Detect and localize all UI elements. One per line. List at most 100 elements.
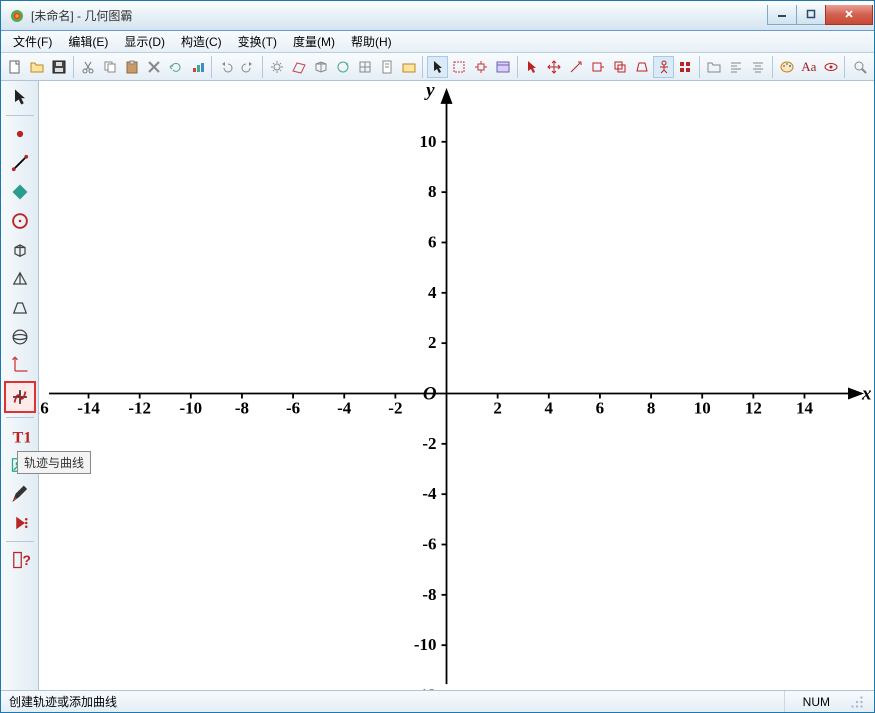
circle-tool-icon[interactable]: [6, 207, 34, 235]
svg-text:10: 10: [694, 398, 711, 417]
vector-icon[interactable]: [565, 56, 586, 78]
document-icon[interactable]: [376, 56, 397, 78]
chart-icon[interactable]: [187, 56, 208, 78]
cube-tool-icon[interactable]: [6, 236, 34, 264]
rotate-icon[interactable]: [165, 56, 186, 78]
svg-text:-4: -4: [422, 484, 437, 503]
svg-text:2: 2: [493, 398, 501, 417]
wireframe-icon[interactable]: [311, 56, 332, 78]
svg-text:10: 10: [420, 132, 437, 151]
menu-transform[interactable]: 变换(T): [230, 31, 285, 52]
grid4-icon[interactable]: [675, 56, 696, 78]
svg-text:14: 14: [796, 398, 813, 417]
align-center-icon[interactable]: [748, 56, 769, 78]
cube-grid-icon[interactable]: [354, 56, 375, 78]
pen-tool-icon[interactable]: [6, 480, 34, 508]
copy-icon[interactable]: [100, 56, 121, 78]
app-icon: [9, 8, 25, 24]
resize-grip-icon[interactable]: [848, 693, 866, 711]
line-tool-icon[interactable]: [6, 149, 34, 177]
tooltip: 轨迹与曲线: [17, 451, 91, 474]
pointer-icon[interactable]: [427, 56, 448, 78]
status-num: NUM: [784, 691, 848, 712]
svg-text:2: 2: [428, 333, 436, 352]
eye-icon[interactable]: [820, 56, 841, 78]
select-tool-icon[interactable]: [6, 83, 34, 111]
canvas[interactable]: xyO-16-14-12-10-8-6-4-22468101214108642-…: [39, 81, 874, 690]
titlebar[interactable]: [未命名] - 几何图霸: [1, 1, 874, 31]
arrow-tool-icon[interactable]: [522, 56, 543, 78]
point-tool-icon[interactable]: [6, 120, 34, 148]
menubar: 文件(F) 编辑(E) 显示(D) 构造(C) 变换(T) 度量(M) 帮助(H…: [1, 31, 874, 53]
svg-text:-10: -10: [414, 635, 437, 654]
svg-text:-8: -8: [422, 585, 436, 604]
undo-icon[interactable]: [216, 56, 237, 78]
target-red-icon[interactable]: [471, 56, 492, 78]
menu-measure[interactable]: 度量(M): [285, 31, 343, 52]
menu-file[interactable]: 文件(F): [5, 31, 60, 52]
window-title: [未命名] - 几何图霸: [31, 7, 768, 24]
pyramid-tool-icon[interactable]: [6, 265, 34, 293]
maximize-button[interactable]: [796, 5, 826, 25]
svg-text:12: 12: [745, 398, 762, 417]
new-file-icon[interactable]: [5, 56, 26, 78]
polygon-tool-icon[interactable]: [6, 178, 34, 206]
svg-text:-10: -10: [180, 398, 203, 417]
cut-icon[interactable]: [78, 56, 99, 78]
close-button[interactable]: [825, 5, 873, 25]
align-left-icon[interactable]: [726, 56, 747, 78]
svg-text:-8: -8: [235, 398, 249, 417]
person-icon[interactable]: [653, 56, 674, 78]
paste-icon[interactable]: [121, 56, 142, 78]
horizontal-toolbar: Aa: [1, 53, 874, 81]
play-tool-icon[interactable]: [6, 509, 34, 537]
menu-edit[interactable]: 编辑(E): [60, 31, 116, 52]
frustum-tool-icon[interactable]: [6, 294, 34, 322]
locus-curve-tool-icon[interactable]: [4, 381, 36, 413]
delete-icon[interactable]: [143, 56, 164, 78]
svg-text:x: x: [861, 383, 872, 404]
axes-tool-icon[interactable]: [6, 352, 34, 380]
vertical-toolbar: T1 ? 轨迹与曲线: [1, 81, 39, 690]
menu-view[interactable]: 显示(D): [116, 31, 173, 52]
perspective-icon[interactable]: [289, 56, 310, 78]
svg-text:-12: -12: [414, 686, 437, 690]
window-icon[interactable]: [493, 56, 514, 78]
svg-text:?: ?: [22, 553, 30, 568]
palette-icon[interactable]: [776, 56, 797, 78]
svg-text:y: y: [424, 81, 435, 101]
svg-text:-2: -2: [422, 434, 436, 453]
zoom-icon[interactable]: [849, 56, 870, 78]
menu-construct[interactable]: 构造(C): [173, 31, 230, 52]
menu-help[interactable]: 帮助(H): [343, 31, 400, 52]
app-window: [未命名] - 几何图霸 文件(F) 编辑(E) 显示(D) 构造(C) 变换(…: [0, 0, 875, 713]
text-style-icon[interactable]: Aa: [798, 56, 819, 78]
text-tool-icon[interactable]: T1: [6, 422, 34, 450]
svg-text:8: 8: [428, 182, 436, 201]
redo-icon[interactable]: [238, 56, 259, 78]
save-icon[interactable]: [49, 56, 70, 78]
gear-icon[interactable]: [267, 56, 288, 78]
open-file-icon[interactable]: [27, 56, 48, 78]
crop-red-icon[interactable]: [449, 56, 470, 78]
folder-tab-icon[interactable]: [704, 56, 725, 78]
folder-box-icon[interactable]: [398, 56, 419, 78]
status-text: 创建轨迹或添加曲线: [9, 693, 784, 710]
svg-text:4: 4: [545, 398, 554, 417]
svg-text:8: 8: [647, 398, 655, 417]
svg-text:-14: -14: [77, 398, 100, 417]
circle-refresh-icon[interactable]: [333, 56, 354, 78]
help-tool-icon[interactable]: ?: [6, 546, 34, 574]
sphere-tool-icon[interactable]: [6, 323, 34, 351]
svg-text:-6: -6: [422, 535, 436, 554]
trapezoid-red-icon[interactable]: [631, 56, 652, 78]
rect-plus-icon[interactable]: [587, 56, 608, 78]
stack-icon[interactable]: [609, 56, 630, 78]
svg-text:-16: -16: [39, 398, 49, 417]
svg-text:-2: -2: [388, 398, 402, 417]
svg-text:-12: -12: [128, 398, 151, 417]
move-icon[interactable]: [544, 56, 565, 78]
svg-text:6: 6: [428, 232, 436, 251]
svg-text:4: 4: [428, 283, 437, 302]
minimize-button[interactable]: [767, 5, 797, 25]
